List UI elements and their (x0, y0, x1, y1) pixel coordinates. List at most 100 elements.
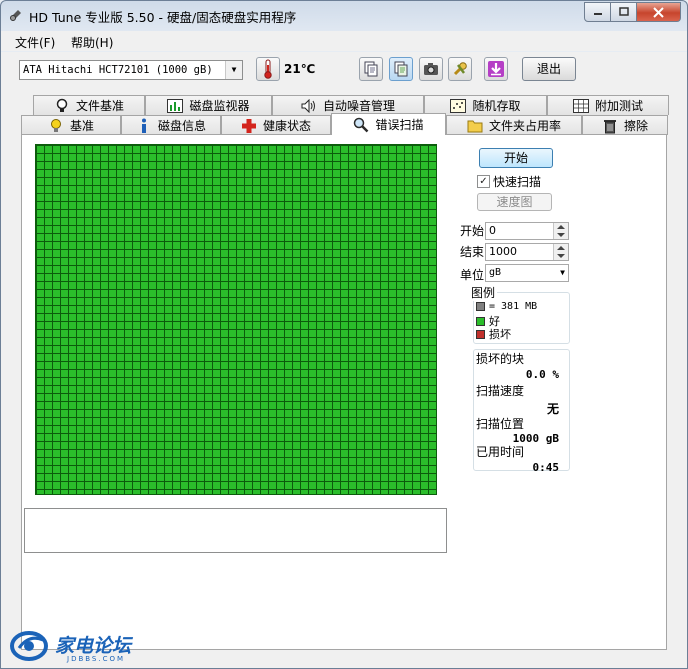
tab-health[interactable]: 健康状态 (221, 115, 331, 135)
red-cross-icon (241, 118, 257, 134)
tab-extra-tests[interactable]: 附加测试 (547, 95, 669, 115)
tab-disk-info[interactable]: 磁盘信息 (121, 115, 221, 135)
drive-select-value: ATA Hitachi HCT72101 (1000 gB) (23, 64, 213, 76)
folder-icon (467, 118, 483, 134)
window-title: HD Tune 专业版 5.50 - 硬盘/固态硬盘实用程序 (29, 10, 297, 25)
speed-map-button[interactable]: 速度图 (477, 193, 552, 211)
menu-bar: 文件(F) 帮助(H) (1, 31, 687, 51)
tab-noise-management[interactable]: 自动噪音管理 (272, 95, 424, 115)
drive-select[interactable]: ATA Hitachi HCT72101 (1000 gB) ▼ (19, 60, 243, 80)
block-map-grid (35, 144, 437, 495)
green-swatch-icon (476, 316, 485, 326)
tab-benchmark[interactable]: 基准 (21, 115, 121, 135)
end-field-value: 1000 (489, 245, 517, 258)
app-icon (10, 10, 21, 21)
copy-all-button[interactable] (389, 57, 413, 81)
exit-button[interactable]: 退出 (522, 57, 576, 81)
tab-random-access[interactable]: 随机存取 (424, 95, 547, 115)
gray-swatch-icon (476, 302, 485, 311)
start-field-label: 开始 (460, 224, 485, 238)
lightbulb-icon (54, 98, 70, 114)
watermark-subtext: JDBBS.COM (67, 655, 126, 663)
close-icon (653, 6, 664, 18)
unit-select-value: gB (489, 267, 502, 278)
app-window: HD Tune 专业版 5.50 - 硬盘/固态硬盘实用程序 文件(F) 帮助(… (0, 0, 688, 669)
scan-log-box[interactable] (24, 508, 447, 553)
legend-bad-text: 损坏 (489, 328, 511, 341)
elapsed-time-label: 已用时间 (476, 445, 525, 459)
tab-label: 文件基准 (75, 99, 124, 113)
elapsed-time-value: 0:45 (532, 461, 560, 474)
speaker-icon (301, 98, 317, 114)
damaged-blocks-value: 0.0 % (525, 368, 559, 381)
bar-chart-icon (167, 98, 184, 114)
tab-label: 错误扫描 (375, 118, 424, 132)
download-arrow-icon (488, 61, 504, 77)
tab-disk-monitor[interactable]: 磁盘监视器 (145, 95, 272, 115)
end-field-input[interactable]: 1000 (485, 243, 569, 261)
watermark-logo: 家电论坛 JDBBS.COM (9, 628, 139, 668)
maximize-icon (618, 7, 629, 16)
minimize-icon (593, 13, 602, 15)
save-button[interactable] (484, 57, 508, 81)
options-button[interactable] (448, 57, 472, 81)
window-controls (584, 2, 681, 22)
legend-block-size-text: = 381 MB (489, 301, 538, 312)
damaged-blocks-label: 损坏的块 (476, 352, 525, 366)
quick-scan-checkbox[interactable]: ✓ 快速扫描 (477, 173, 541, 190)
spinner-arrows-icon[interactable] (553, 223, 568, 239)
chevron-down-icon: ▼ (560, 268, 565, 277)
tab-label: 基准 (69, 119, 94, 133)
copy-text-button[interactable] (359, 57, 383, 81)
red-swatch-icon (476, 329, 485, 339)
spinner-arrows-icon[interactable] (553, 244, 568, 260)
unit-select[interactable]: gB ▼ (485, 264, 569, 282)
scan-speed-value: 无 (546, 402, 559, 416)
tab-folder-usage[interactable]: 文件夹占用率 (446, 115, 582, 135)
screenshot-button[interactable] (419, 57, 443, 81)
trash-icon (602, 118, 618, 134)
lightbulb-icon (48, 118, 64, 134)
tab-label: 健康状态 (262, 119, 311, 133)
start-field-input[interactable]: 0 (485, 222, 569, 240)
unit-field-label: 单位 (460, 268, 485, 282)
close-button[interactable] (637, 2, 681, 22)
minimize-button[interactable] (584, 2, 611, 22)
info-icon (136, 118, 152, 134)
tab-label: 附加测试 (594, 99, 643, 113)
tab-erase[interactable]: 擦除 (582, 115, 668, 135)
temperature-button[interactable] (256, 57, 280, 81)
scan-position-label: 扫描位置 (476, 417, 525, 431)
error-scan-panel: 开始 ✓ 快速扫描 速度图 开始 0 结束 1000 单位 gB ▼ 图例 = … (21, 134, 667, 650)
legend-block-size: = 381 MB (476, 301, 537, 312)
grid-icon (572, 98, 589, 114)
quick-scan-label: 快速扫描 (493, 175, 542, 189)
menu-file[interactable]: 文件(F) (15, 34, 55, 51)
menu-help[interactable]: 帮助(H) (71, 34, 113, 51)
forum-logo-icon (10, 631, 48, 661)
copy-text-icon (364, 61, 378, 77)
start-field-value: 0 (489, 224, 496, 237)
tab-area: 文件基准 磁盘监视器 自动噪音管理 随机存取 附加测试 基准 磁盘信息 健康状态… (1, 90, 687, 668)
thermometer-icon (264, 59, 272, 79)
title-bar: HD Tune 专业版 5.50 - 硬盘/固态硬盘实用程序 (1, 1, 687, 29)
scan-speed-label: 扫描速度 (476, 384, 525, 398)
checkbox-checked-icon: ✓ (477, 175, 490, 188)
tab-label: 文件夹占用率 (488, 119, 561, 133)
start-button[interactable]: 开始 (479, 148, 553, 168)
tab-label: 磁盘信息 (157, 119, 206, 133)
tab-label: 磁盘监视器 (189, 99, 250, 113)
camera-icon (424, 63, 438, 75)
maximize-button[interactable] (611, 2, 637, 22)
tab-error-scan[interactable]: 错误扫描 (331, 113, 446, 135)
temperature-value: 21℃ (284, 62, 316, 76)
legend-title: 图例 (469, 284, 498, 301)
end-field-label: 结束 (460, 245, 485, 259)
tab-file-benchmark[interactable]: 文件基准 (33, 95, 145, 115)
tools-icon (453, 62, 467, 76)
scatter-chart-icon (450, 98, 467, 114)
watermark-text: 家电论坛 (55, 635, 132, 657)
tab-label: 擦除 (623, 119, 648, 133)
copy-all-icon (394, 61, 408, 77)
magnifier-icon (353, 117, 369, 133)
